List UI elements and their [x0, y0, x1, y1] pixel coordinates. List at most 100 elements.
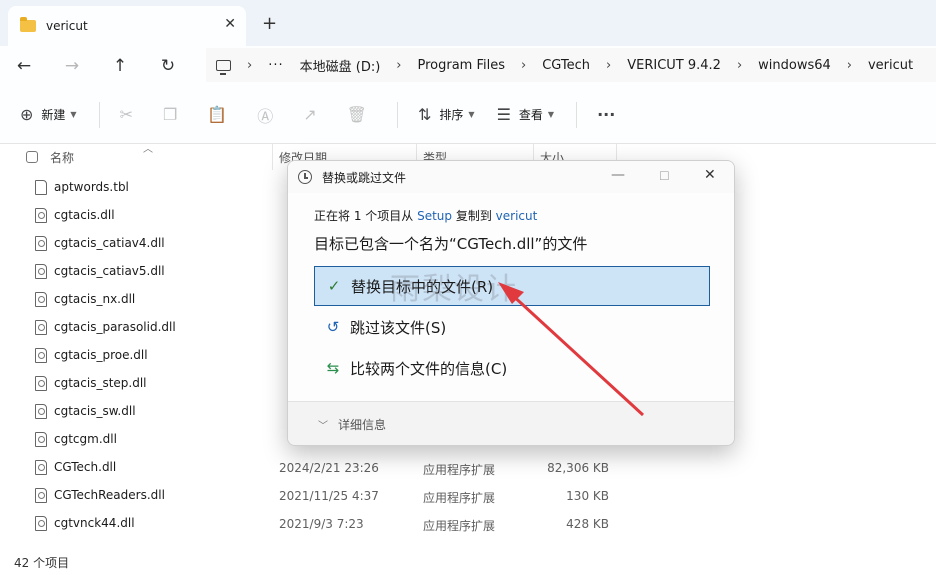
- breadcrumb-program-files[interactable]: Program Files: [417, 58, 505, 73]
- status-bar: 42 个项目: [0, 550, 936, 575]
- delete-button[interactable]: 🗑: [347, 105, 375, 124]
- skip-file-option[interactable]: ↺ 跳过该文件(S): [314, 307, 710, 347]
- file-icon: [35, 180, 47, 195]
- chevron-right-icon[interactable]: ›: [396, 58, 401, 73]
- dialog-headline: 目标已包含一个名为“CGTech.dll”的文件: [314, 235, 588, 253]
- paste-button[interactable]: 📋: [207, 105, 235, 124]
- dll-file-icon: [35, 320, 47, 335]
- copy-button[interactable]: ❐: [163, 105, 185, 124]
- source-folder-link[interactable]: Setup: [417, 209, 452, 223]
- view-button-label: 查看: [518, 108, 543, 122]
- forward-arrow-icon[interactable]: →: [48, 56, 96, 76]
- column-divider[interactable]: [272, 144, 273, 170]
- checkmark-icon: ✓: [327, 277, 341, 295]
- tab-strip: vericut ✕ +: [0, 0, 936, 46]
- file-row[interactable]: CGTechReaders.dll 2021/11/25 4:37 应用程序扩展 13…: [0, 482, 936, 510]
- more-options-button[interactable]: ···: [597, 105, 623, 124]
- breadcrumb-drive[interactable]: 本地磁盘 (D:): [300, 56, 381, 75]
- dll-file-icon: [35, 432, 47, 447]
- dll-file-icon: [35, 488, 47, 503]
- file-row[interactable]: CGTech.dll 2024/2/21 23:26 应用程序扩展 82,306 KB: [0, 454, 936, 482]
- close-dialog-icon[interactable]: ✕: [704, 167, 716, 183]
- up-arrow-icon[interactable]: ↑: [96, 56, 144, 76]
- dll-file-icon: [35, 516, 47, 531]
- file-date: 2024/2/21 23:26: [279, 461, 379, 475]
- sort-button[interactable]: ⇅ 排序 ▼: [418, 105, 475, 124]
- file-name: CGTechReaders.dll: [54, 488, 165, 502]
- tab-label: vericut: [46, 19, 88, 33]
- address-bar[interactable]: › ··· 本地磁盘 (D:) › Program Files › CGTech…: [206, 48, 936, 82]
- refresh-icon[interactable]: ↻: [144, 56, 192, 76]
- details-toggle[interactable]: ﹀ 详细信息: [288, 401, 734, 445]
- file-date: 2021/9/3 7:23: [279, 517, 364, 531]
- file-name: cgtacis_proe.dll: [54, 348, 148, 362]
- minimize-icon[interactable]: —: [611, 167, 625, 183]
- new-button[interactable]: ⊕ 新建 ▼: [20, 105, 77, 124]
- file-name: cgtacis_catiav4.dll: [54, 236, 165, 250]
- file-type: 应用程序扩展: [423, 491, 496, 505]
- chevron-right-icon[interactable]: ›: [606, 58, 611, 73]
- item-count: 42 个项目: [14, 556, 70, 570]
- breadcrumb-windows64[interactable]: windows64: [758, 58, 831, 73]
- toolbar-divider: [576, 101, 578, 128]
- sort-ascending-icon: ︿: [143, 144, 153, 155]
- compare-files-label: 比较两个文件的信息(C): [350, 359, 508, 378]
- skip-file-label: 跳过该文件(S): [350, 318, 447, 337]
- file-name: cgtacis_catiav5.dll: [54, 264, 165, 278]
- select-all-checkbox[interactable]: [26, 151, 38, 163]
- trash-icon: 🗑: [346, 105, 367, 124]
- maximize-icon[interactable]: ☐: [659, 169, 670, 183]
- chevron-right-icon[interactable]: ›: [737, 58, 742, 73]
- file-row[interactable]: cgtvnck44.dll 2021/9/3 7:23 应用程序扩展 428 KB: [0, 510, 936, 538]
- destination-folder-link[interactable]: vericut: [496, 209, 538, 223]
- file-size: 130 KB: [566, 489, 609, 503]
- file-name: cgtacis_nx.dll: [54, 292, 136, 306]
- navigation-bar: ← → ↑ ↻ › ··· 本地磁盘 (D:) › Program Files …: [0, 46, 936, 86]
- chevron-right-icon[interactable]: ›: [247, 58, 252, 73]
- chevron-down-icon: ▼: [70, 110, 77, 119]
- file-date: 2021/11/25 4:37: [279, 489, 379, 503]
- file-type: 应用程序扩展: [423, 519, 496, 533]
- chevron-right-icon[interactable]: ›: [847, 58, 852, 73]
- compare-files-option[interactable]: ⇆ 比较两个文件的信息(C): [314, 348, 710, 388]
- view-button[interactable]: ☰ 查看 ▼: [497, 105, 555, 124]
- file-name: aptwords.tbl: [54, 180, 129, 194]
- copy-info-prefix: 正在将 1 个项目从: [314, 209, 418, 223]
- details-label: 详细信息: [338, 418, 387, 432]
- cut-button[interactable]: ✂: [120, 105, 141, 124]
- back-arrow-icon[interactable]: ←: [0, 56, 48, 76]
- dll-file-icon: [35, 236, 47, 251]
- dll-file-icon: [35, 348, 47, 363]
- computer-icon[interactable]: [216, 59, 231, 75]
- more-crumbs-icon[interactable]: ···: [268, 58, 283, 73]
- sort-icon: ⇅: [417, 105, 432, 124]
- sort-button-label: 排序: [439, 108, 464, 122]
- share-button[interactable]: ↗: [303, 105, 324, 124]
- chevron-down-icon: ﹀: [318, 421, 328, 432]
- clock-icon: [298, 170, 312, 184]
- dll-file-icon: [35, 264, 47, 279]
- tab-vericut[interactable]: vericut ✕: [8, 6, 246, 46]
- toolbar-divider: [396, 101, 398, 128]
- dialog-title: 替换或跳过文件: [322, 170, 407, 185]
- dll-file-icon: [35, 404, 47, 419]
- breadcrumb-vericut[interactable]: vericut: [868, 58, 913, 73]
- rename-icon: Ⓐ: [257, 106, 274, 126]
- plus-circle-icon: ⊕: [20, 105, 34, 124]
- chevron-right-icon[interactable]: ›: [521, 58, 526, 73]
- breadcrumb-vericut-version[interactable]: VERICUT 9.4.2: [627, 58, 721, 73]
- file-name: cgtvnck44.dll: [54, 516, 135, 530]
- breadcrumb-cgtech[interactable]: CGTech: [542, 58, 590, 73]
- compare-files-icon: ⇆: [326, 359, 340, 377]
- dll-file-icon: [35, 376, 47, 391]
- file-name: cgtacis_parasolid.dll: [54, 320, 176, 334]
- close-tab-icon[interactable]: ✕: [224, 16, 236, 32]
- rename-button[interactable]: Ⓐ: [257, 103, 281, 127]
- toolbar-divider: [98, 101, 100, 128]
- column-header-name[interactable]: 名称: [50, 144, 74, 170]
- file-name: cgtacis.dll: [54, 208, 115, 222]
- chevron-down-icon: ▼: [468, 110, 475, 119]
- new-tab-icon[interactable]: +: [262, 13, 277, 34]
- chevron-down-icon: ▼: [547, 110, 555, 119]
- copy-info-middle: 复制到: [452, 209, 496, 223]
